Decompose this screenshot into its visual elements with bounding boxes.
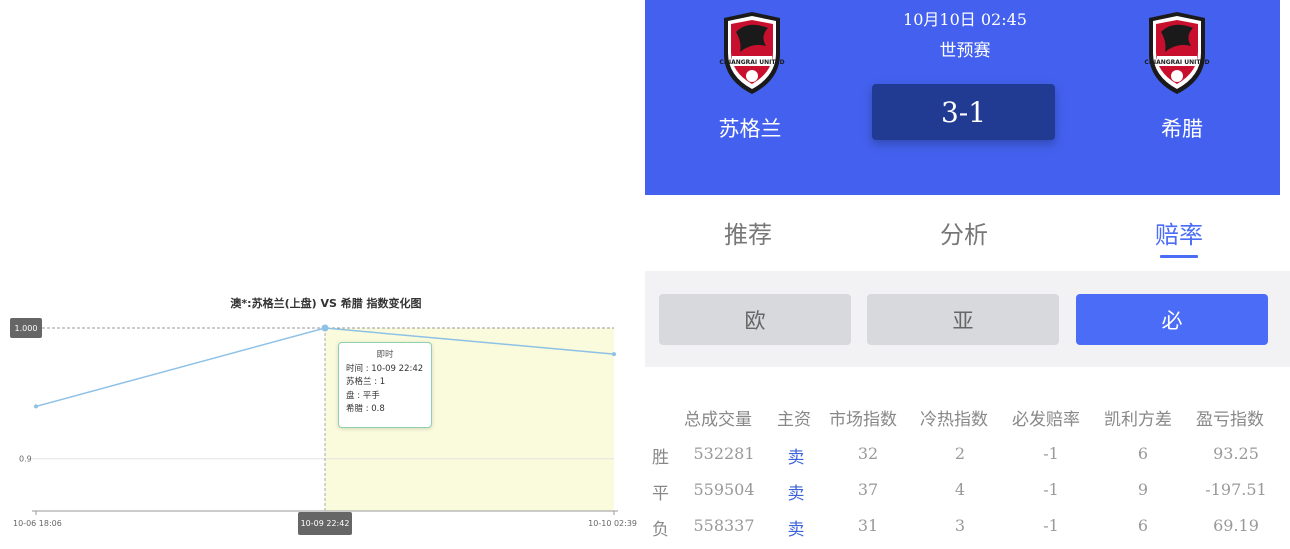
cell-hot-cold: 2	[954, 444, 966, 463]
tab-odds[interactable]: 赔率	[1109, 215, 1249, 250]
odds-table: 总成交量 主资 市场指数 冷热指数 必发赔率 凯利方差 盈亏指数 胜 53228…	[645, 367, 1290, 549]
cell-profit-loss: -197.51	[1205, 480, 1267, 499]
tooltip-team1: 苏格兰 : 1	[346, 377, 386, 387]
cell-profit-loss: 69.19	[1213, 516, 1259, 535]
tab-analysis[interactable]: 分析	[894, 215, 1034, 250]
header-profit-loss-index: 盈亏指数	[1196, 410, 1264, 430]
tab-recommend[interactable]: 推荐	[678, 215, 818, 250]
x-tick-label: 10-06 18:06	[13, 519, 62, 528]
home-team-name: 苏格兰	[718, 117, 782, 141]
chart-title: 澳*:苏格兰(上盘) VS 希腊 指数变化图	[230, 296, 421, 310]
cell-betfair: -1	[1043, 444, 1059, 463]
x-badge-label: 10-09 22:42	[301, 519, 350, 528]
header-main-funds: 主资	[777, 410, 811, 430]
y-badge-label: 1.000	[15, 324, 38, 333]
active-tab-indicator	[1160, 255, 1198, 258]
subtab-betfair[interactable]: 必	[1076, 294, 1268, 345]
home-logo-text: CHIANGRAI UNITED	[719, 59, 784, 66]
cell-betfair: -1	[1043, 516, 1059, 535]
data-point	[34, 404, 38, 409]
header-market-index: 市场指数	[829, 410, 897, 430]
away-logo-text: CHIANGRAI UNITED	[1144, 59, 1209, 66]
data-point	[321, 324, 329, 332]
match-panel: CHIANGRAI UNITED 苏格兰 10月10日 02:45 世预赛 3-…	[645, 0, 1290, 549]
cell-market-index: 37	[857, 480, 879, 499]
match-header: CHIANGRAI UNITED 苏格兰 10月10日 02:45 世预赛 3-…	[645, 0, 1280, 195]
cell-profit-loss: 93.25	[1213, 444, 1259, 463]
tooltip-team2: 希腊 : 0.8	[346, 404, 385, 414]
row-label-loss: 负	[652, 520, 669, 540]
row-label-win: 胜	[652, 448, 669, 468]
away-team-logo: CHIANGRAI UNITED	[1144, 12, 1210, 94]
home-team-logo: CHIANGRAI UNITED	[719, 12, 785, 94]
match-score: 3-1	[872, 84, 1055, 140]
cell-market-index: 31	[857, 516, 879, 535]
cell-market-index: 32	[857, 444, 879, 463]
match-datetime: 10月10日 02:45	[903, 10, 1027, 29]
main-tabs: 推荐 分析 赔率	[645, 195, 1290, 271]
odds-chart-panel: 澳*:苏格兰(上盘) VS 希腊 指数变化图 0.9 1.000 10-06 18:…	[0, 0, 645, 549]
cell-hot-cold: 3	[954, 516, 966, 535]
header-betfair-odds: 必发赔率	[1012, 410, 1080, 430]
match-league: 世预赛	[939, 41, 991, 61]
odds-type-tabs: 欧 亚 必	[645, 271, 1290, 367]
subtab-asia[interactable]: 亚	[867, 294, 1059, 345]
subtab-europe[interactable]: 欧	[659, 294, 851, 345]
tooltip-handicap: 盘 : 平手	[346, 390, 380, 401]
data-point	[612, 352, 616, 357]
tooltip-header: 即时	[376, 350, 394, 360]
x-tick-label: 10-10 02:39	[588, 519, 637, 528]
header-kelly-variance: 凯利方差	[1104, 410, 1172, 430]
y-tick-label: 0.9	[19, 455, 32, 464]
header-hot-cold-index: 冷热指数	[920, 410, 988, 430]
header-total-volume: 总成交量	[684, 410, 752, 430]
row-label-draw: 平	[652, 484, 669, 504]
chart-plot-area: 0.9 1.000 10-06 18:06 10-10 02:39 10-09 22:4…	[10, 318, 637, 535]
cell-betfair: -1	[1043, 480, 1059, 499]
away-team-name: 希腊	[1161, 117, 1203, 141]
cell-kelly: 6	[1137, 444, 1149, 463]
tooltip-time: 时间 : 10-09 22:42	[346, 363, 424, 374]
cell-hot-cold: 4	[954, 480, 966, 499]
cell-kelly: 6	[1137, 516, 1149, 535]
cell-kelly: 9	[1137, 480, 1149, 499]
chart-tooltip: 即时 时间 : 10-09 22:42 苏格兰 : 1 盘 : 平手 希腊 : …	[338, 342, 432, 428]
odds-change-chart: 澳*:苏格兰(上盘) VS 希腊 指数变化图 0.9 1.000 10-06 18:…	[10, 296, 637, 535]
